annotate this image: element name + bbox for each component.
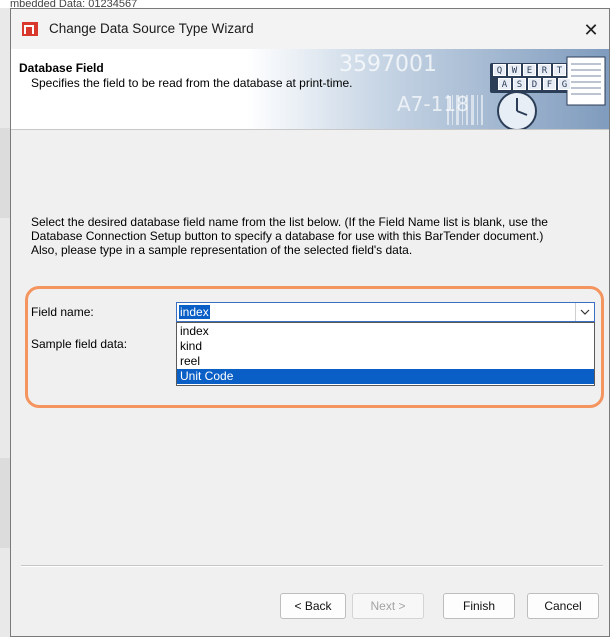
keyboard-key: S	[513, 78, 526, 90]
annotation-highlight	[25, 286, 604, 408]
keyboard-keys: QWERT ASDFG	[493, 64, 573, 92]
instructions: Select the desired database field name f…	[31, 215, 591, 258]
back-button[interactable]: < Back	[280, 593, 346, 619]
keyboard-key: G	[558, 78, 571, 90]
dialog-title: Change Data Source Type Wizard	[49, 21, 254, 36]
background-text: mbedded Data: 01234567	[10, 0, 138, 8]
finish-button[interactable]: Finish	[443, 593, 515, 619]
keyboard-key: A	[498, 78, 511, 90]
wizard-banner: 3597001 A7-118 Q W E R T A S D F G Datab…	[11, 49, 609, 130]
banner-title: Database Field	[19, 61, 104, 75]
banner-subtitle: Specifies the field to be read from the …	[31, 76, 353, 90]
keyboard-key: R	[538, 64, 551, 76]
next-button[interactable]: Next >	[352, 593, 424, 619]
cancel-button[interactable]: Cancel	[527, 593, 599, 619]
close-icon: ✕	[583, 20, 599, 40]
wizard-dialog: Change Data Source Type Wizard ✕ 3597001…	[10, 8, 610, 637]
divider	[21, 565, 603, 567]
instructions-line-2: Also, please type in a sample representa…	[31, 243, 413, 258]
close-button[interactable]: ✕	[573, 17, 609, 43]
keyboard-key: E	[523, 64, 536, 76]
keyboard-key: Q	[493, 64, 506, 76]
keyboard-key: F	[543, 78, 556, 90]
keyboard-key: D	[528, 78, 541, 90]
svg-text:3597001: 3597001	[339, 52, 437, 77]
keyboard-key: T	[553, 64, 566, 76]
keyboard-key: W	[508, 64, 521, 76]
title-bar[interactable]: Change Data Source Type Wizard ✕	[11, 9, 609, 49]
bartender-icon	[22, 22, 38, 36]
instructions-line-1: Select the desired database field name f…	[31, 215, 548, 244]
